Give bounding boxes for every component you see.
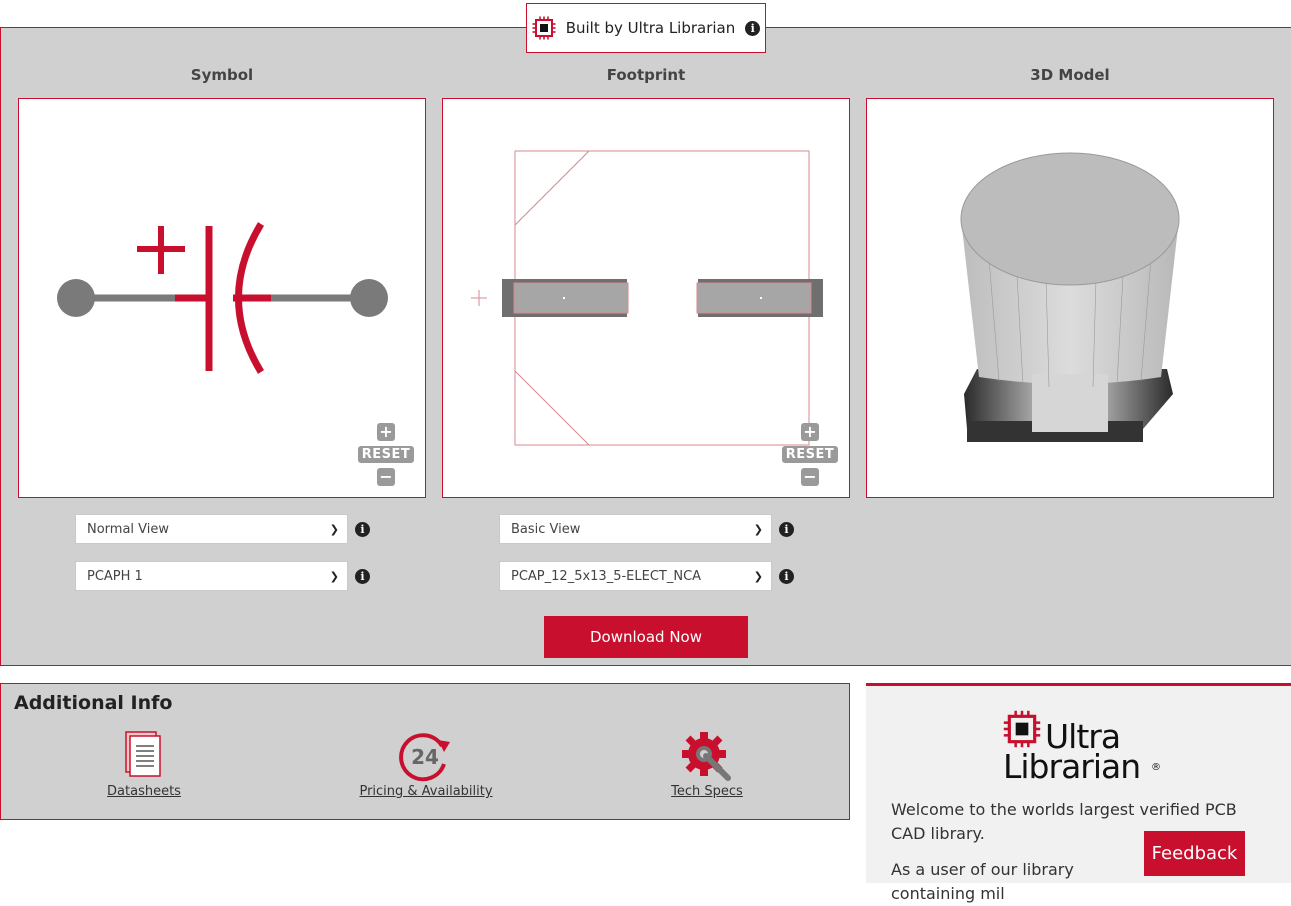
ultra-librarian-logo: Ultra Librarian ® bbox=[1003, 710, 1163, 786]
download-now-button[interactable]: Download Now bbox=[544, 616, 748, 658]
pricing-availability-label: Pricing & Availability bbox=[359, 784, 493, 799]
chip-icon bbox=[1003, 710, 1041, 748]
symbol-view-value: Normal View bbox=[87, 521, 170, 537]
tech-specs-link[interactable]: Tech Specs bbox=[657, 730, 757, 799]
registered-mark: ® bbox=[1151, 762, 1161, 773]
capacitor-3d-model bbox=[960, 152, 1180, 442]
symbol-heading: Symbol bbox=[190, 66, 254, 84]
symbol-part-select[interactable]: PCAPH 1 ❯ bbox=[75, 561, 348, 591]
footprint-part-value: PCAP_12_5x13_5-ELECT_NCA bbox=[511, 568, 702, 584]
built-by-label: Built by Ultra Librarian bbox=[565, 19, 736, 37]
info-icon[interactable]: i bbox=[779, 522, 794, 537]
footprint-viewer[interactable]: + RESET − bbox=[442, 98, 850, 498]
symbol-zoom-out-button[interactable]: − bbox=[377, 468, 395, 486]
info-icon[interactable]: i bbox=[355, 569, 370, 584]
footprint-reset-button[interactable]: RESET bbox=[781, 446, 839, 463]
symbol-view-select[interactable]: Normal View ❯ bbox=[75, 514, 348, 544]
gear-wrench-icon bbox=[682, 732, 731, 781]
footprint-view-select[interactable]: Basic View ❯ bbox=[499, 514, 772, 544]
info-icon[interactable]: i bbox=[779, 569, 794, 584]
logo-text-librarian: Librarian bbox=[1003, 747, 1141, 786]
info-icon[interactable]: i bbox=[745, 20, 761, 36]
description-text: As a user of our library containing mil bbox=[891, 860, 1074, 903]
clock-24-icon: 24 bbox=[399, 733, 450, 782]
datasheet-icon bbox=[125, 731, 161, 777]
footprint-part-select[interactable]: PCAP_12_5x13_5-ELECT_NCA ❯ bbox=[499, 561, 772, 591]
chevron-down-icon: ❯ bbox=[329, 522, 339, 536]
chevron-down-icon: ❯ bbox=[753, 569, 763, 583]
built-by-badge: Built by Ultra Librarian i bbox=[526, 3, 766, 53]
chevron-down-icon: ❯ bbox=[329, 569, 339, 583]
chip-icon bbox=[532, 16, 556, 40]
tech-specs-label: Tech Specs bbox=[671, 784, 743, 799]
symbol-part-value: PCAPH 1 bbox=[87, 568, 143, 584]
datasheets-label: Datasheets bbox=[107, 784, 181, 799]
symbol-zoom-in-button[interactable]: + bbox=[377, 423, 395, 441]
model3d-heading: 3D Model bbox=[1030, 66, 1110, 84]
feedback-button[interactable]: Feedback bbox=[1144, 831, 1245, 876]
info-icon[interactable]: i bbox=[355, 522, 370, 537]
symbol-reset-button[interactable]: RESET bbox=[357, 446, 415, 463]
datasheets-link[interactable]: Datasheets bbox=[94, 730, 194, 799]
svg-text:24: 24 bbox=[411, 745, 439, 769]
footprint-zoom-controls: + RESET − bbox=[780, 423, 840, 486]
footprint-zoom-in-button[interactable]: + bbox=[801, 423, 819, 441]
additional-info-title: Additional Info bbox=[14, 692, 173, 714]
symbol-zoom-controls: + RESET − bbox=[356, 423, 416, 486]
model3d-viewer[interactable] bbox=[866, 98, 1274, 498]
symbol-viewer[interactable]: + RESET − bbox=[18, 98, 426, 498]
pricing-availability-link[interactable]: 24 Pricing & Availability bbox=[356, 730, 496, 799]
chevron-down-icon: ❯ bbox=[753, 522, 763, 536]
footprint-zoom-out-button[interactable]: − bbox=[801, 468, 819, 486]
footprint-view-value: Basic View bbox=[511, 521, 581, 537]
footprint-heading: Footprint bbox=[606, 66, 686, 84]
